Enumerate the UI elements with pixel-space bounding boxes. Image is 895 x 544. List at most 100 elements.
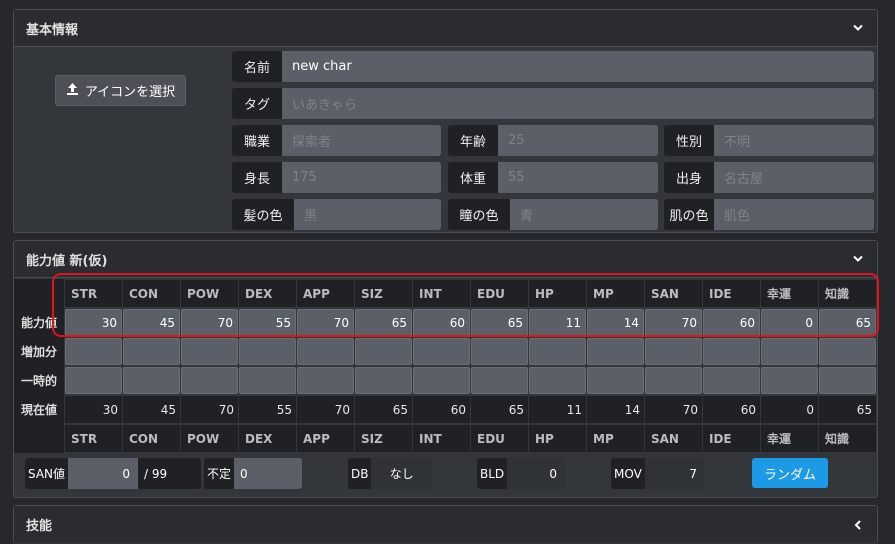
- stat-increase-input[interactable]: [297, 338, 354, 365]
- stat-ability-input[interactable]: 30: [65, 309, 122, 336]
- skin-label: 肌の色: [664, 199, 714, 230]
- stat-increase-input[interactable]: [761, 338, 818, 365]
- stats-row-temp: 一時的: [14, 366, 879, 395]
- mov-value: 7: [644, 458, 705, 489]
- stat-increase-input[interactable]: [703, 338, 760, 365]
- stat-temp-input[interactable]: [471, 367, 528, 394]
- stat-header-12: 幸運: [761, 280, 818, 307]
- tag-label: タグ: [232, 88, 282, 119]
- tag-input[interactable]: いあきゃら: [282, 88, 874, 119]
- stat-header-1: CON: [123, 425, 180, 452]
- stat-temp-input[interactable]: [587, 367, 644, 394]
- origin-input[interactable]: 名古屋: [714, 162, 874, 193]
- stats-row-label: 増加分: [14, 337, 64, 366]
- stat-increase-input[interactable]: [65, 338, 122, 365]
- weight-input[interactable]: 55: [498, 162, 658, 193]
- stat-header-3: DEX: [239, 280, 296, 307]
- basic-info-header[interactable]: 基本情報: [14, 10, 877, 47]
- stat-header-9: MP: [587, 280, 644, 307]
- db-label: DB: [348, 458, 372, 489]
- skills-header[interactable]: 技能: [14, 506, 877, 543]
- stat-temp-input[interactable]: [239, 367, 296, 394]
- stat-ability-input[interactable]: 60: [703, 309, 760, 336]
- hair-label: 髪の色: [232, 199, 294, 230]
- skills-panel: 技能: [13, 505, 878, 544]
- chevron-down-icon[interactable]: [851, 252, 865, 266]
- basic-info-title: 基本情報: [26, 22, 79, 38]
- select-icon-button[interactable]: アイコンを選択: [55, 75, 186, 106]
- sex-input[interactable]: 不明: [714, 125, 874, 156]
- stat-temp-input[interactable]: [703, 367, 760, 394]
- stat-ability-input[interactable]: 55: [239, 309, 296, 336]
- stats-row-ability: 能力値 30 45 70 55 70 65 60 65 11 14 70 60 0 65: [14, 308, 879, 337]
- sex-field: 性別 不明: [664, 125, 874, 156]
- select-icon-label: アイコンを選択: [84, 85, 176, 100]
- stat-increase-input[interactable]: [529, 338, 586, 365]
- age-input[interactable]: 25: [498, 125, 658, 156]
- fuki-label: 不定: [204, 458, 235, 489]
- stat-header-4: APP: [297, 280, 354, 307]
- stats-row-hdrBot: STR CON POW DEX APP SIZ INT EDU HP MP SAN IDE 幸運 知識: [14, 424, 879, 453]
- stat-header-5: SIZ: [355, 425, 412, 452]
- stats-panel: 能力値 新(仮) STR CON POW DEX APP SIZ INT EDU HP MP SAN…: [13, 240, 878, 498]
- stat-current-value: 30: [65, 396, 122, 423]
- san-label: SAN値: [25, 458, 69, 489]
- height-input[interactable]: 175: [282, 162, 441, 193]
- stats-row-label: [14, 279, 64, 308]
- stat-ability-input[interactable]: 14: [587, 309, 644, 336]
- stat-ability-input[interactable]: 60: [413, 309, 470, 336]
- stat-header-1: CON: [123, 280, 180, 307]
- stat-increase-input[interactable]: [413, 338, 470, 365]
- stats-row-label: 能力値: [14, 308, 64, 337]
- stat-increase-input[interactable]: [355, 338, 412, 365]
- stat-temp-input[interactable]: [645, 367, 702, 394]
- mov-field: MOV 7: [611, 458, 705, 489]
- chevron-left-icon[interactable]: [851, 518, 865, 532]
- stat-temp-input[interactable]: [65, 367, 122, 394]
- stat-current-value: 70: [297, 396, 354, 423]
- stat-temp-input[interactable]: [529, 367, 586, 394]
- stat-header-9: MP: [587, 425, 644, 452]
- stat-temp-input[interactable]: [355, 367, 412, 394]
- name-input[interactable]: new char: [282, 51, 874, 82]
- stat-header-10: SAN: [645, 425, 702, 452]
- eye-input[interactable]: 青: [510, 199, 658, 230]
- stat-increase-input[interactable]: [239, 338, 296, 365]
- chevron-down-icon[interactable]: [851, 21, 865, 35]
- job-input[interactable]: 探索者: [282, 125, 441, 156]
- skin-input[interactable]: 肌色: [714, 199, 874, 230]
- random-button[interactable]: ランダム: [752, 458, 828, 488]
- stat-header-11: IDE: [703, 280, 760, 307]
- hair-input[interactable]: 黒: [294, 199, 441, 230]
- stat-temp-input[interactable]: [413, 367, 470, 394]
- stat-ability-input[interactable]: 70: [297, 309, 354, 336]
- stat-ability-input[interactable]: 65: [471, 309, 528, 336]
- stat-increase-input[interactable]: [471, 338, 528, 365]
- stat-ability-input[interactable]: 0: [761, 309, 818, 336]
- stat-increase-input[interactable]: [587, 338, 644, 365]
- stat-temp-input[interactable]: [181, 367, 238, 394]
- stat-ability-input[interactable]: 70: [181, 309, 238, 336]
- stat-temp-input[interactable]: [297, 367, 354, 394]
- stat-increase-input[interactable]: [645, 338, 702, 365]
- stat-ability-input[interactable]: 45: [123, 309, 180, 336]
- stat-current-value: 60: [703, 396, 760, 423]
- stat-header-2: POW: [181, 280, 238, 307]
- stat-ability-input[interactable]: 11: [529, 309, 586, 336]
- stat-temp-input[interactable]: [123, 367, 180, 394]
- stat-ability-input[interactable]: 70: [645, 309, 702, 336]
- fuki-input[interactable]: 0: [234, 458, 302, 489]
- stat-increase-input[interactable]: [819, 338, 876, 365]
- san-input[interactable]: 0: [68, 458, 139, 489]
- stat-ability-input[interactable]: 65: [355, 309, 412, 336]
- height-label: 身長: [232, 162, 282, 193]
- stat-current-value: 14: [587, 396, 644, 423]
- job-label: 職業: [232, 125, 282, 156]
- stats-header[interactable]: 能力値 新(仮): [14, 241, 877, 278]
- stat-header-8: HP: [529, 425, 586, 452]
- stat-temp-input[interactable]: [819, 367, 876, 394]
- stat-ability-input[interactable]: 65: [819, 309, 876, 336]
- stat-increase-input[interactable]: [181, 338, 238, 365]
- stat-increase-input[interactable]: [123, 338, 180, 365]
- stat-temp-input[interactable]: [761, 367, 818, 394]
